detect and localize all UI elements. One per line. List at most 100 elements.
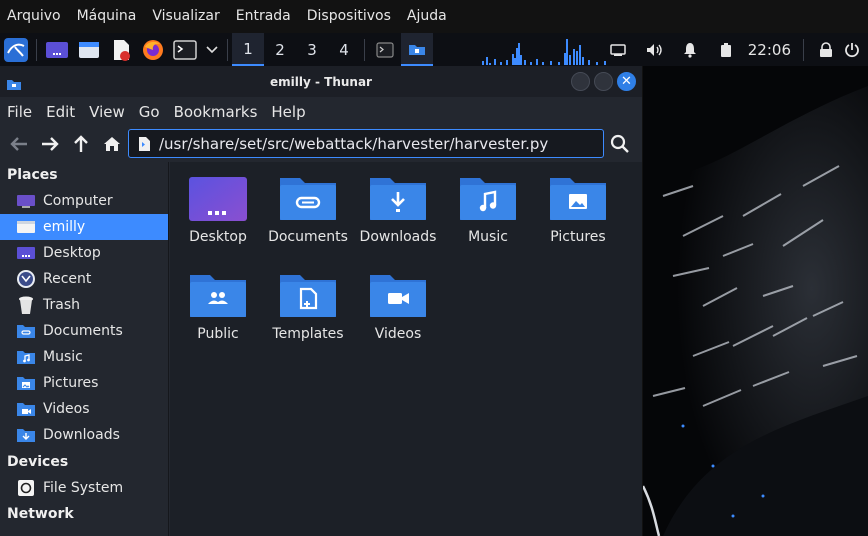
network-icon[interactable] xyxy=(600,42,636,58)
drive-icon xyxy=(16,479,36,497)
sidebar: Places Computer emilly Desktop Recent Tr… xyxy=(0,162,169,536)
sidebar-item-videos[interactable]: Videos xyxy=(0,396,168,422)
downloads-folder-icon xyxy=(370,178,426,220)
menu-bookmarks[interactable]: Bookmarks xyxy=(167,103,265,121)
top-panel: 1 2 3 4 22:06 xyxy=(0,33,868,66)
clock[interactable]: 22:06 xyxy=(744,41,799,59)
home-icon xyxy=(103,137,120,151)
folder-downloads[interactable]: Downloads xyxy=(352,176,444,245)
minimize-button[interactable] xyxy=(571,72,590,91)
downloads-icon xyxy=(16,426,36,444)
cpu-graph xyxy=(482,39,606,65)
text-editor-launcher-icon[interactable] xyxy=(107,36,135,64)
sidebar-devices-header: Devices xyxy=(7,454,69,470)
panel-separator xyxy=(227,38,228,61)
workspace-3[interactable]: 3 xyxy=(296,33,328,66)
notifications-bell-icon[interactable] xyxy=(672,42,708,58)
arrow-left-icon xyxy=(9,137,27,151)
sidebar-item-label: Trash xyxy=(43,297,80,313)
vm-menu-visualizar[interactable]: Visualizar xyxy=(145,0,228,33)
show-desktop-icon[interactable] xyxy=(43,36,71,64)
vm-menu-ajuda[interactable]: Ajuda xyxy=(400,0,456,33)
sidebar-item-label: emilly xyxy=(43,219,86,235)
close-button[interactable]: ✕ xyxy=(617,72,636,91)
sidebar-item-trash[interactable]: Trash xyxy=(0,292,168,318)
arrow-right-icon xyxy=(41,137,59,151)
desktop-folder-icon xyxy=(189,177,247,221)
sidebar-item-documents[interactable]: Documents xyxy=(0,318,168,344)
folder-music[interactable]: Music xyxy=(442,176,534,245)
thunar-window: emilly - Thunar ✕ File Edit View Go Book… xyxy=(0,66,643,536)
arrow-up-icon xyxy=(73,135,88,152)
sidebar-item-label: Computer xyxy=(43,193,113,209)
desktop-icon xyxy=(16,244,36,262)
file-icon xyxy=(139,136,150,151)
folder-label: Desktop xyxy=(189,229,247,245)
chevron-down-icon[interactable] xyxy=(203,36,221,64)
up-button[interactable] xyxy=(65,129,96,159)
window-titlebar[interactable]: emilly - Thunar ✕ xyxy=(0,66,642,97)
sidebar-item-downloads[interactable]: Downloads xyxy=(0,422,168,448)
battery-icon[interactable] xyxy=(708,42,744,58)
pictures-folder-icon xyxy=(550,178,606,220)
folder-videos[interactable]: Videos xyxy=(352,273,444,342)
folder-templates[interactable]: Templates xyxy=(262,273,354,342)
sidebar-item-computer[interactable]: Computer xyxy=(0,188,168,214)
location-path[interactable]: /usr/share/set/src/webattack/harvester/h… xyxy=(159,135,548,153)
sidebar-item-label: Downloads xyxy=(43,427,120,443)
window-body: Places Computer emilly Desktop Recent Tr… xyxy=(0,162,642,536)
toolbar: /usr/share/set/src/webattack/harvester/h… xyxy=(0,127,642,161)
sidebar-network-header: Network xyxy=(7,506,74,522)
terminal-launcher-icon[interactable] xyxy=(171,36,199,64)
back-button[interactable] xyxy=(3,129,34,159)
vm-menu-dispositivos[interactable]: Dispositivos xyxy=(300,0,400,33)
sidebar-item-label: Recent xyxy=(43,271,92,287)
taskbar-thunar-button[interactable] xyxy=(401,33,433,66)
volume-icon[interactable] xyxy=(636,42,672,58)
location-bar[interactable]: /usr/share/set/src/webattack/harvester/h… xyxy=(128,129,604,158)
power-icon[interactable] xyxy=(844,42,868,58)
menu-go[interactable]: Go xyxy=(132,103,167,121)
file-manager-launcher-icon[interactable] xyxy=(75,36,103,64)
search-button[interactable] xyxy=(606,130,634,158)
sidebar-item-file-system[interactable]: File System xyxy=(0,475,168,501)
pictures-icon xyxy=(16,374,36,392)
sidebar-item-music[interactable]: Music xyxy=(0,344,168,370)
music-folder-icon xyxy=(460,178,516,220)
sidebar-places-header: Places xyxy=(7,167,58,183)
sidebar-item-recent[interactable]: Recent xyxy=(0,266,168,292)
kali-menu-icon[interactable] xyxy=(2,36,30,64)
folder-label: Videos xyxy=(374,326,422,342)
menu-help[interactable]: Help xyxy=(264,103,312,121)
vm-menu-entrada[interactable]: Entrada xyxy=(229,0,300,33)
panel-separator xyxy=(364,38,365,61)
workspace-4[interactable]: 4 xyxy=(328,33,360,66)
home-icon xyxy=(16,218,36,236)
vm-menu-arquivo[interactable]: Arquivo xyxy=(0,0,70,33)
folder-label: Templates xyxy=(272,326,344,342)
menu-view[interactable]: View xyxy=(82,103,132,121)
menu-edit[interactable]: Edit xyxy=(39,103,82,121)
close-icon: ✕ xyxy=(621,74,632,89)
maximize-button[interactable] xyxy=(594,72,613,91)
home-button[interactable] xyxy=(96,129,127,159)
folder-documents[interactable]: Documents xyxy=(262,176,354,245)
folder-pictures[interactable]: Pictures xyxy=(532,176,624,245)
taskbar-terminal-button[interactable] xyxy=(369,33,401,66)
lock-screen-icon[interactable] xyxy=(808,41,844,58)
folder-desktop[interactable]: Desktop xyxy=(172,176,264,245)
sidebar-item-pictures[interactable]: Pictures xyxy=(0,370,168,396)
app-menubar: File Edit View Go Bookmarks Help xyxy=(0,97,642,127)
workspace-1[interactable]: 1 xyxy=(232,33,264,66)
menu-file[interactable]: File xyxy=(0,103,39,121)
forward-button[interactable] xyxy=(34,129,65,159)
sidebar-item-desktop[interactable]: Desktop xyxy=(0,240,168,266)
folder-public[interactable]: Public xyxy=(172,273,264,342)
vm-menu-maquina[interactable]: Máquina xyxy=(70,0,146,33)
workspace-2[interactable]: 2 xyxy=(264,33,296,66)
sidebar-item-label: Videos xyxy=(43,401,90,417)
documents-folder-icon xyxy=(280,178,336,220)
sidebar-item-emilly[interactable]: emilly xyxy=(0,214,168,240)
folder-label: Documents xyxy=(268,229,348,245)
firefox-launcher-icon[interactable] xyxy=(139,36,167,64)
